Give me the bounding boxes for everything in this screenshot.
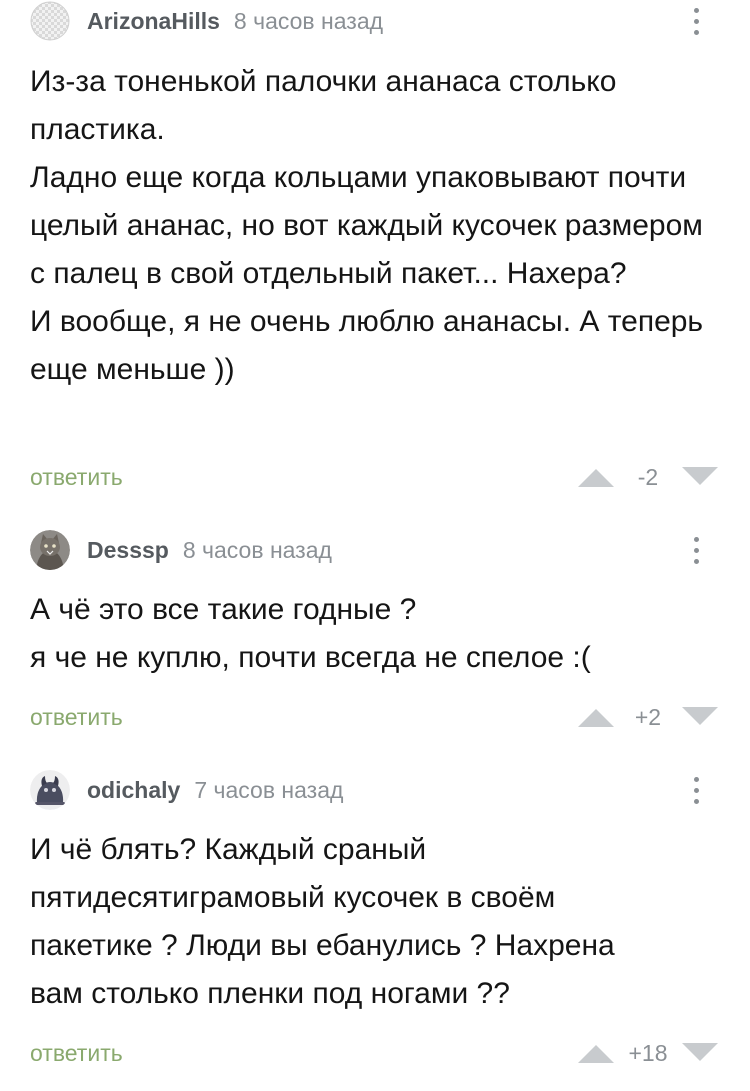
comment-author[interactable]: ArizonaHills bbox=[87, 8, 220, 35]
rating-control: -2 bbox=[576, 460, 720, 494]
comment-body: Из-за тоненькой палочки ананаса столько … bbox=[30, 58, 722, 394]
comment-paragraph: Из-за тоненькой палочки ананаса столько … bbox=[30, 65, 617, 146]
comment-author[interactable]: Desssp bbox=[87, 537, 169, 564]
upvote-arrow-icon[interactable] bbox=[576, 705, 616, 729]
reply-button[interactable]: ответить bbox=[30, 1036, 123, 1070]
rating-score: +18 bbox=[628, 1039, 668, 1066]
downvote-arrow-icon[interactable] bbox=[680, 465, 720, 489]
more-options-icon[interactable] bbox=[682, 1, 710, 41]
downvote-arrow-icon[interactable] bbox=[680, 705, 720, 729]
downvote-arrow-icon[interactable] bbox=[680, 1041, 720, 1065]
comment-time: 8 часов назад bbox=[233, 7, 384, 34]
cat-avatar-icon[interactable] bbox=[30, 530, 70, 570]
rating-control: +18 bbox=[576, 1036, 720, 1070]
rating-control: +2 bbox=[576, 700, 720, 734]
rating-score: -2 bbox=[637, 463, 659, 490]
comment-time: 8 часов назад bbox=[182, 536, 332, 563]
comment-paragraph: И чё блять? Каждый сраный пятидесятиграм… bbox=[30, 833, 615, 1010]
more-options-icon[interactable] bbox=[682, 770, 710, 810]
comment-paragraph: А чё это все такие годные ? bbox=[30, 593, 417, 626]
rating-score: +2 bbox=[634, 703, 662, 730]
reply-button[interactable]: ответить bbox=[30, 700, 123, 734]
comment-footer: ответить +18 bbox=[30, 1036, 720, 1070]
comment-header: Desssp 8 часов назад bbox=[30, 530, 332, 570]
comment-footer: ответить -2 bbox=[30, 460, 720, 494]
comment-header: ArizonaHills 8 часов назад bbox=[30, 1, 383, 41]
comment-time: 7 часов назад bbox=[194, 776, 344, 803]
comment-paragraph: И вообще, я не очень люблю ананасы. А те… bbox=[30, 305, 704, 386]
comment-header: odichaly 7 часов назад bbox=[30, 770, 343, 810]
upvote-arrow-icon[interactable] bbox=[576, 465, 616, 489]
comment-footer: ответить +2 bbox=[30, 700, 720, 734]
creature-avatar-icon[interactable] bbox=[30, 770, 70, 810]
comment-body: И чё блять? Каждый сраный пятидесятиграм… bbox=[30, 826, 675, 1018]
default-avatar-icon[interactable] bbox=[30, 1, 70, 41]
reply-button[interactable]: ответить bbox=[30, 460, 123, 494]
more-options-icon[interactable] bbox=[682, 530, 710, 570]
upvote-arrow-icon[interactable] bbox=[576, 1041, 616, 1065]
comment-body: А чё это все такие годные ? я че не купл… bbox=[30, 586, 722, 682]
comment-paragraph: я че не куплю, почти всегда не спелое :( bbox=[30, 641, 591, 674]
comment-author[interactable]: odichaly bbox=[87, 777, 180, 804]
comment-paragraph: Ладно еще когда кольцами упаковывают поч… bbox=[30, 161, 703, 290]
